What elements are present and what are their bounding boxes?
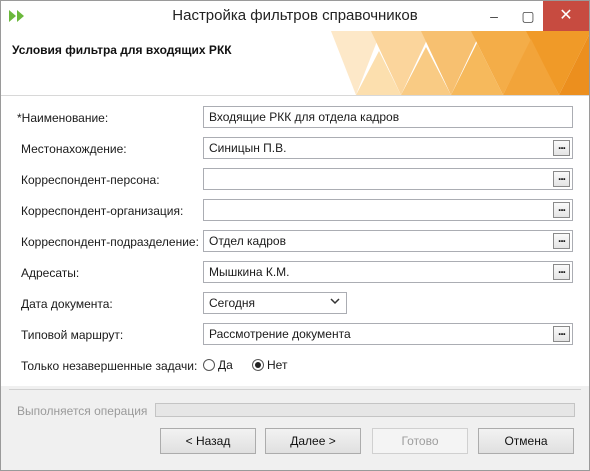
location-lookup-button[interactable]: ... xyxy=(553,139,570,156)
person-field[interactable]: ... xyxy=(203,168,573,190)
radio-no-label: Нет xyxy=(267,358,288,372)
addressees-label: Адресаты: xyxy=(21,266,80,280)
route-label: Типовой маршрут: xyxy=(21,328,124,342)
radio-yes[interactable]: Да xyxy=(203,358,233,372)
maximize-button[interactable]: ▢ xyxy=(513,1,543,31)
cancel-button[interactable]: Отмена xyxy=(478,428,574,454)
close-button[interactable]: ✕ xyxy=(543,1,589,31)
decorative-triangles xyxy=(331,31,589,95)
row-addressees: Адресаты: Мышкина К.М. ... xyxy=(1,261,589,285)
banner-title: Условия фильтра для входящих РКК xyxy=(12,43,232,57)
row-person: Корреспондент-персона: ... xyxy=(1,168,589,192)
back-button[interactable]: < Назад xyxy=(160,428,256,454)
location-label: Местонахождение: xyxy=(21,142,127,156)
radio-yes-label: Да xyxy=(218,358,233,372)
name-field[interactable]: Входящие РКК для отдела кадров xyxy=(203,106,573,128)
radio-no[interactable]: Нет xyxy=(252,358,287,372)
addressees-lookup-button[interactable]: ... xyxy=(553,263,570,280)
header-banner: Условия фильтра для входящих РКК xyxy=(1,31,589,96)
chevron-down-icon xyxy=(330,298,340,305)
minimize-button[interactable]: – xyxy=(479,1,509,31)
person-label: Корреспондент-персона: xyxy=(21,173,160,187)
filter-form: *Наименование: Входящие РКК для отдела к… xyxy=(1,96,589,386)
row-doc-date: Дата документа: Сегодня xyxy=(1,292,589,316)
row-dept: Корреспондент-подразделение: Отдел кадро… xyxy=(1,230,589,254)
divider xyxy=(9,389,581,390)
doc-date-value: Сегодня xyxy=(209,296,255,310)
row-org: Корреспондент-организация: ... xyxy=(1,199,589,223)
location-value: Синицын П.В. xyxy=(209,141,287,155)
route-lookup-button[interactable]: ... xyxy=(553,325,570,342)
row-route: Типовой маршрут: Рассмотрение документа … xyxy=(1,323,589,347)
done-button[interactable]: Готово xyxy=(372,428,468,454)
progress-label: Выполняется операция xyxy=(17,404,148,418)
dept-value: Отдел кадров xyxy=(209,234,286,248)
radio-yes-circle[interactable] xyxy=(203,359,215,371)
location-field[interactable]: Синицын П.В. ... xyxy=(203,137,573,159)
route-field[interactable]: Рассмотрение документа ... xyxy=(203,323,573,345)
org-field[interactable]: ... xyxy=(203,199,573,221)
person-lookup-button[interactable]: ... xyxy=(553,170,570,187)
row-name: *Наименование: Входящие РКК для отдела к… xyxy=(1,106,589,130)
dept-label: Корреспондент-подразделение: xyxy=(21,235,199,249)
org-lookup-button[interactable]: ... xyxy=(553,201,570,218)
radio-no-circle[interactable] xyxy=(252,359,264,371)
dialog-window: Настройка фильтров справочников – ▢ ✕ Ус… xyxy=(0,0,590,471)
addressees-value: Мышкина К.М. xyxy=(209,265,290,279)
route-value: Рассмотрение документа xyxy=(209,327,351,341)
row-location: Местонахождение: Синицын П.В. ... xyxy=(1,137,589,161)
next-button[interactable]: Далее > xyxy=(265,428,361,454)
unfinished-label: Только незавершенные задачи: xyxy=(21,359,198,373)
doc-date-label: Дата документа: xyxy=(21,297,113,311)
row-unfinished: Только незавершенные задачи: Да Нет xyxy=(1,354,589,378)
doc-date-select[interactable]: Сегодня xyxy=(203,292,347,314)
dept-lookup-button[interactable]: ... xyxy=(553,232,570,249)
org-label: Корреспондент-организация: xyxy=(21,204,184,218)
name-label: *Наименование: xyxy=(17,111,109,125)
progress-bar xyxy=(155,403,575,417)
dept-field[interactable]: Отдел кадров ... xyxy=(203,230,573,252)
addressees-field[interactable]: Мышкина К.М. ... xyxy=(203,261,573,283)
title-bar: Настройка фильтров справочников – ▢ ✕ xyxy=(1,1,589,31)
